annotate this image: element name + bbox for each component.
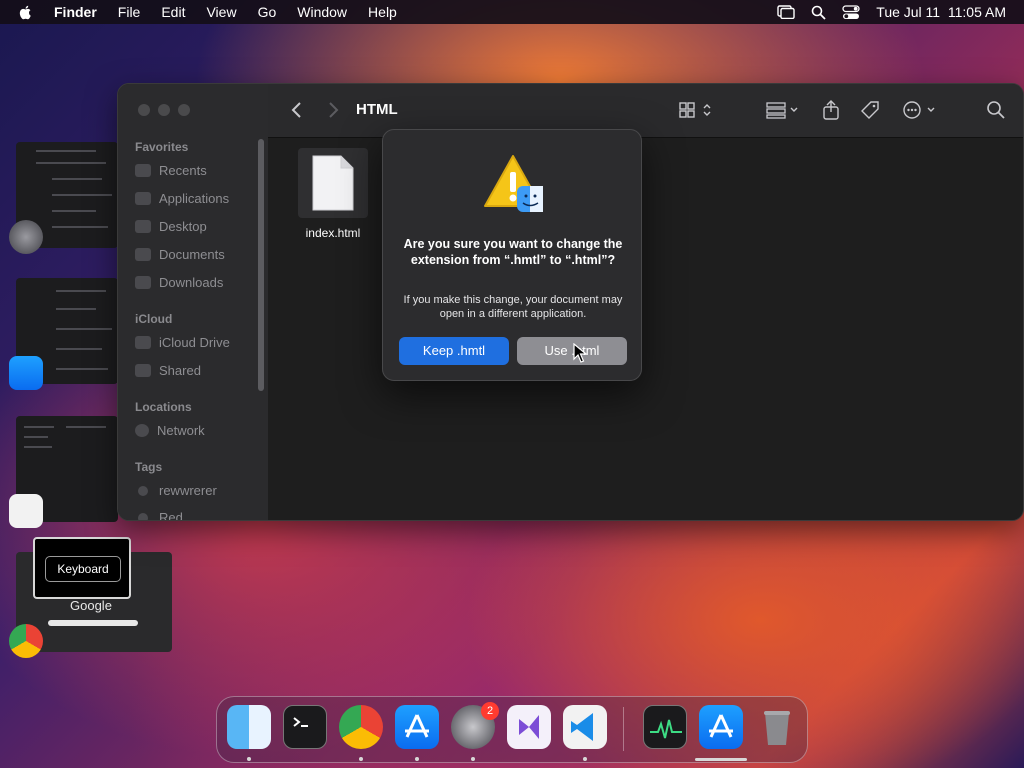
sidebar-item-recents[interactable]: Recents [135,163,207,178]
share-icon[interactable] [821,100,841,120]
google-logo-text: Google [70,598,112,613]
running-indicator [471,757,475,761]
vscode-app-icon[interactable] [9,494,43,528]
forward-icon[interactable] [326,100,340,120]
app-store-2-dock-icon[interactable] [699,705,743,749]
sidebar-item-documents[interactable]: Documents [135,247,225,262]
chrome-dock-icon[interactable] [339,705,383,749]
menu-view[interactable]: View [206,4,236,20]
more-actions-icon[interactable] [902,100,940,120]
running-indicator [359,757,363,761]
cloud-icon [135,336,151,349]
sidebar-item-label: Desktop [159,219,207,234]
sidebar-item-desktop[interactable]: Desktop [135,219,207,234]
screen-mirroring-icon[interactable] [777,5,795,19]
use-extension-button[interactable]: Use .html [517,337,627,365]
menu-bar: Finder File Edit View Go Window Help Tue… [0,0,1024,24]
running-indicator [583,757,587,761]
sidebar-header-favorites: Favorites [135,140,189,154]
back-icon[interactable] [290,100,304,120]
sidebar-item-label: Network [157,423,205,438]
close-window-button[interactable] [138,104,150,116]
dock [216,696,808,763]
dock-scroll-indicator [695,758,747,761]
sidebar-header-tags: Tags [135,460,163,474]
desktop-icon [135,220,151,233]
window-controls [138,104,190,116]
app-store-dock-icon[interactable] [395,705,439,749]
chrome-app-icon[interactable] [9,624,43,658]
control-center-icon[interactable] [842,4,860,20]
terminal-dock-icon[interactable] [283,705,327,749]
sidebar-item-network[interactable]: Network [135,423,205,438]
zoom-window-button[interactable] [178,104,190,116]
sidebar-item-label: Shared [159,363,201,378]
visual-studio-dock-icon[interactable] [507,705,551,749]
tag-dot-icon [138,512,148,520]
sidebar-tag-red[interactable]: Red [135,510,183,521]
view-grid-icon[interactable] [678,100,714,120]
running-indicator [247,757,251,761]
globe-icon [135,424,149,437]
document-icon [135,248,151,261]
keyboard-tooltip: Keyboard [33,537,131,599]
menu-edit[interactable]: Edit [161,4,185,20]
folder-title: HTML [356,101,398,118]
sidebar-item-icloud-drive[interactable]: iCloud Drive [135,335,230,350]
vscode-dock-icon[interactable] [563,705,607,749]
search-icon[interactable] [986,100,1006,120]
menu-window[interactable]: Window [297,4,347,20]
menu-file[interactable]: File [118,4,141,20]
finder-sidebar: Favorites Recents Applications Desktop D… [118,84,268,520]
sidebar-item-label: rewwrerer [159,483,217,498]
menu-help[interactable]: Help [368,4,397,20]
sidebar-item-downloads[interactable]: Downloads [135,275,223,290]
system-settings-app-icon[interactable] [9,220,43,254]
file-item[interactable]: index.html [298,148,368,240]
sidebar-item-label: Downloads [159,275,224,290]
sidebar-item-shared[interactable]: Shared [135,363,201,378]
sidebar-item-label: Documents [159,247,225,262]
file-name: index.html [305,226,361,240]
running-indicator [415,757,419,761]
applications-icon [135,192,151,205]
spotlight-search-icon[interactable] [811,5,826,20]
menu-go[interactable]: Go [258,4,277,20]
menu-clock[interactable]: Tue Jul 11 11:05 AM [876,4,1006,20]
menu-app-name[interactable]: Finder [54,4,97,20]
sidebar-header-icloud: iCloud [135,312,173,326]
sidebar-item-label: iCloud Drive [159,335,230,350]
group-by-icon[interactable] [765,100,803,120]
finder-dock-icon[interactable] [227,705,271,749]
trash-dock-icon[interactable] [755,705,799,749]
notification-badge: 2 [481,702,499,720]
downloads-icon [135,276,151,289]
warning-finder-icon [484,155,543,212]
activity-monitor-dock-icon[interactable] [643,705,687,749]
dock-separator [623,707,624,751]
alert-detail: If you make this change, your document m… [403,294,623,320]
finder-toolbar: HTML [268,84,1023,138]
sidebar-item-label: Applications [159,191,230,206]
sidebar-scrollbar[interactable] [258,139,264,391]
alert-message: Are you sure you want to change the exte… [403,237,623,267]
minimize-window-button[interactable] [158,104,170,116]
sidebar-item-applications[interactable]: Applications [135,191,229,206]
mouse-pointer-icon [573,343,587,363]
rename-extension-alert: Are you sure you want to change the exte… [382,129,642,381]
html-file-icon [298,148,368,218]
sidebar-header-locations: Locations [135,400,192,414]
clock-icon [135,164,151,177]
keyboard-tooltip-label: Keyboard [45,556,121,582]
app-store-app-icon[interactable] [9,356,43,390]
sidebar-item-label: Recents [159,163,207,178]
tag-dot-icon [138,485,148,496]
tag-icon[interactable] [860,100,880,120]
sidebar-tag-rewwrerer[interactable]: rewwrerer [135,483,217,498]
keep-extension-button[interactable]: Keep .hmtl [399,337,509,365]
shared-folder-icon [135,364,151,377]
sidebar-item-label: Red [159,510,183,521]
apple-logo-icon[interactable] [18,4,34,20]
